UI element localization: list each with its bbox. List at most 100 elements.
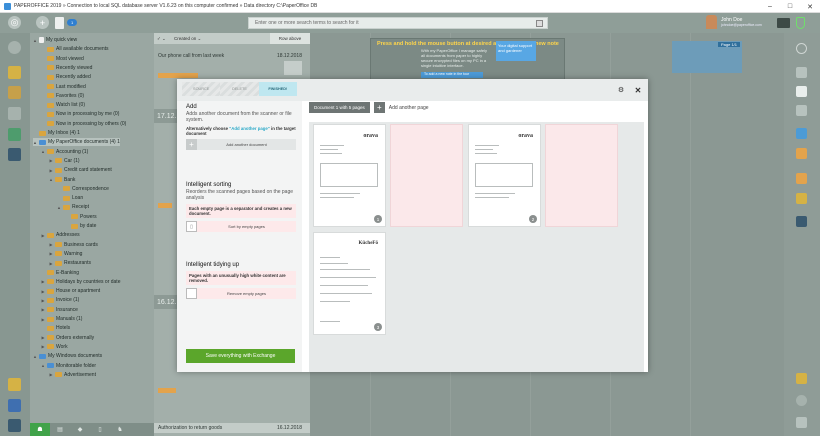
home-icon[interactable] [8, 41, 21, 54]
sort-dropdown[interactable]: Created on ⌄ [174, 36, 270, 42]
tree-item[interactable]: ▶ House or apartment [41, 287, 100, 295]
tree-item[interactable]: ▲ My quick view [33, 36, 77, 44]
tree-item[interactable]: Watch list (0) [41, 101, 85, 109]
select-all-checkbox[interactable]: ✓ ⌄ [154, 36, 174, 42]
tree-item[interactable]: Favorites (0) [41, 92, 84, 100]
tree-item[interactable]: ▶ Insurance [41, 306, 78, 314]
screen-icon[interactable] [8, 148, 21, 161]
settings-icon[interactable] [796, 43, 807, 54]
stamp-icon[interactable] [796, 373, 807, 384]
settings-icon[interactable]: ⚙ [616, 85, 626, 95]
expand-toggle-icon[interactable]: ▶ [41, 335, 45, 340]
expand-toggle-icon[interactable]: ▶ [41, 317, 45, 322]
maximize-button[interactable]: □ [780, 0, 800, 13]
tree-item[interactable]: by date [65, 222, 96, 230]
export-icon[interactable] [796, 173, 807, 184]
expand-toggle-icon[interactable]: ▶ [49, 261, 53, 266]
tree-item[interactable]: ▲ My Windows documents [33, 352, 102, 360]
tree-item[interactable]: ▶ Orders externally [41, 334, 94, 342]
expand-toggle-icon[interactable]: ▶ [41, 289, 45, 294]
save-exchange-button[interactable]: Save everything with Exchange [186, 349, 295, 363]
expand-toggle-icon[interactable]: ▶ [49, 251, 53, 256]
tree-item[interactable]: Now in processing by me (0) [41, 110, 119, 118]
print-icon[interactable] [796, 216, 807, 227]
tree-item[interactable]: ▶ Holidays by countries or date [41, 278, 120, 286]
trash-icon[interactable] [796, 417, 807, 428]
star-icon[interactable] [8, 66, 21, 79]
tree-item[interactable]: ▶ Credit card statement [49, 166, 111, 174]
remove-empty-pages-button[interactable]: Remove empty pages [186, 288, 296, 299]
tree-item[interactable]: Most viewed [41, 55, 84, 63]
display-icon[interactable] [8, 419, 21, 432]
tag-tab-icon[interactable]: ◆ [70, 423, 90, 436]
expand-toggle-icon[interactable]: ▲ [41, 363, 45, 368]
gear-icon[interactable] [796, 395, 807, 406]
expand-toggle-icon[interactable]: ▲ [57, 205, 61, 210]
page-preview[interactable]: Page 1/1 [672, 41, 742, 73]
tree-item[interactable]: ▶ Car (1) [49, 157, 79, 165]
document-tab[interactable]: Document 1 with 5 pages [309, 102, 370, 113]
empty-page-thumbnail[interactable] [390, 124, 463, 227]
expand-toggle-icon[interactable]: ▶ [49, 168, 53, 173]
tasks-icon[interactable] [796, 193, 807, 204]
search-input[interactable]: Enter one or more search terms to search… [248, 17, 548, 29]
step-delete[interactable]: DELETE [220, 82, 259, 96]
tree-item[interactable]: Now in processing by others (0) [41, 120, 126, 128]
monitor-icon[interactable] [777, 18, 790, 28]
tree-item[interactable]: E-Banking [41, 269, 79, 277]
image-icon[interactable] [796, 67, 807, 78]
minimize-button[interactable]: – [760, 0, 780, 13]
add-page-icon[interactable]: + [373, 102, 385, 113]
page-thumbnail[interactable]: orava 2 [468, 124, 541, 227]
expand-toggle-icon[interactable]: ▲ [33, 140, 37, 145]
share-icon[interactable] [796, 148, 807, 159]
open-documents-button[interactable]: 1 [55, 16, 85, 29]
tree-item[interactable]: ▶ Manuals (1) [41, 315, 82, 323]
tree-item[interactable]: ▶ Work [41, 343, 67, 351]
expand-toggle-icon[interactable]: ▶ [41, 279, 45, 284]
shield-icon[interactable] [796, 17, 805, 29]
empty-page-thumbnail[interactable] [545, 124, 618, 227]
page-thumbnail[interactable]: orava 1 [313, 124, 386, 227]
view-mode-button[interactable]: Row above [270, 33, 310, 44]
tree-item[interactable]: ▲ Receipt [57, 203, 89, 211]
expand-toggle-icon[interactable]: ▶ [41, 307, 45, 312]
tree-item[interactable]: All available documents [41, 45, 109, 53]
tree-item[interactable]: My Inbox (4) 1 [33, 129, 80, 137]
doc-tab-icon[interactable]: ▯ [90, 423, 110, 436]
tree-item[interactable]: ▶ Advertisement [49, 371, 96, 379]
tree-item[interactable]: Recently added [41, 73, 91, 81]
folder-icon[interactable] [8, 86, 21, 99]
close-window-button[interactable]: ✕ [800, 0, 820, 13]
tooltip-cta-button[interactable]: To add a new note in the tour [421, 72, 483, 78]
user-profile[interactable]: John Doe johndoe@paperoffice.com [706, 15, 762, 29]
folder-bottom-icon[interactable] [8, 378, 21, 391]
scanner-icon[interactable]: ◎ [8, 16, 21, 29]
tree-item[interactable]: ▲ Monitorable folder [41, 362, 96, 370]
document-thumbnail[interactable] [284, 61, 302, 75]
tree-item[interactable]: ▶ Business cards [49, 241, 97, 249]
tree-item[interactable]: Loan [57, 194, 83, 202]
ocr-icon[interactable] [796, 128, 807, 139]
tag-icon[interactable] [8, 107, 21, 120]
edit-icon[interactable] [8, 399, 21, 412]
page-icon[interactable] [796, 86, 807, 97]
tree-item[interactable]: ▶ Restaurants [49, 259, 91, 267]
page-thumbnail[interactable]: KücheFö 3 [313, 232, 386, 335]
note-icon[interactable] [796, 105, 807, 116]
expand-toggle-icon[interactable]: ▲ [41, 149, 45, 154]
step-finished[interactable]: FINISHED! [258, 82, 297, 96]
list-tab-icon[interactable]: ▤ [50, 423, 70, 436]
list-item[interactable]: Authorization to return goods 16.12.2018 [154, 423, 310, 433]
expand-toggle-icon[interactable]: ▶ [49, 242, 53, 247]
tree-item[interactable]: ▲ Bank [49, 176, 75, 184]
close-icon[interactable]: ✕ [633, 85, 643, 95]
tree-tab-icon[interactable]: ☗ [30, 423, 50, 436]
expand-toggle-icon[interactable]: ▶ [41, 344, 45, 349]
tree-item[interactable]: Recently viewed [41, 64, 92, 72]
tree-item[interactable]: Correspondence [57, 185, 109, 193]
list-item[interactable]: Our phone call from last week 18.12.2018 [154, 52, 310, 60]
add-document-button[interactable]: + Add another document [186, 139, 296, 150]
expand-toggle-icon[interactable]: ▲ [33, 38, 37, 43]
step-source[interactable]: SOURCE [182, 82, 221, 96]
